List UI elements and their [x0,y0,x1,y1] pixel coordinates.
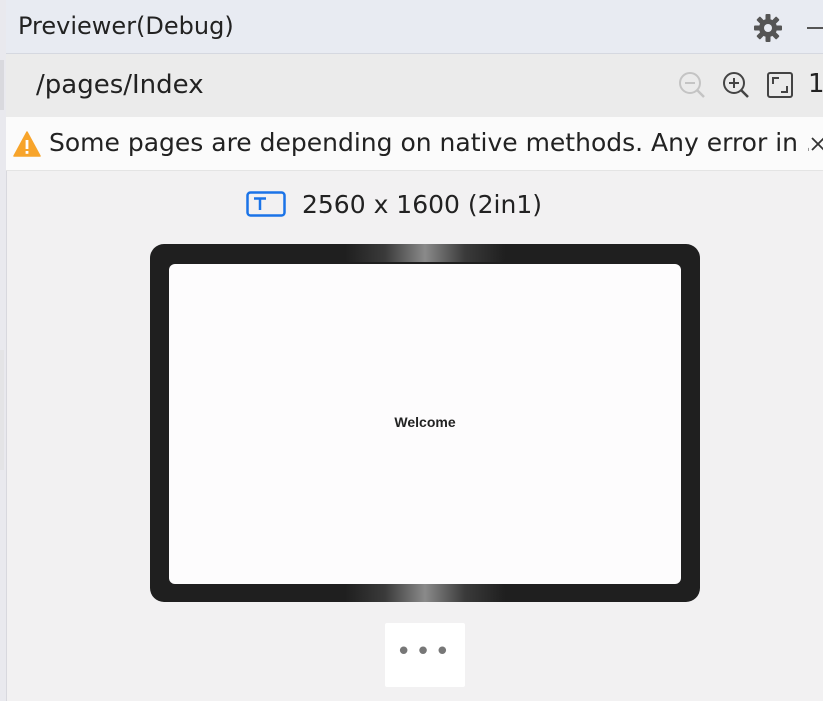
preview-toolbar: /pages/Index 1 [6,54,823,117]
warning-message: Some pages are depending on native metho… [49,128,809,157]
more-options-button[interactable]: ••• [385,623,465,687]
close-icon[interactable] [808,134,823,154]
minimize-icon[interactable] [807,27,823,29]
tablet-frame: Welcome [150,244,700,602]
gear-icon[interactable] [752,12,784,44]
preview-screen[interactable]: Welcome [169,264,681,584]
title-bar: Previewer(Debug) [6,0,823,54]
more-dots-icon: ••• [395,637,454,667]
frame-highlight-bottom [345,584,505,602]
zoom-ratio-text: 1 [808,69,823,99]
fit-screen-icon[interactable] [765,70,795,100]
welcome-text: Welcome [394,414,456,430]
page-path: /pages/Index [36,70,204,100]
device-selector[interactable]: 2560 x 1600 (2in1) [246,186,542,222]
zoom-in-icon[interactable] [721,70,751,100]
device-resolution-label: 2560 x 1600 (2in1) [302,189,542,219]
zoom-out-icon[interactable] [677,70,707,100]
previewer-window: Previewer(Debug) /pages/Index 1 Some pag… [0,0,823,701]
frame-highlight-top [345,244,505,262]
native-methods-warning: Some pages are depending on native metho… [6,117,823,171]
window-title: Previewer(Debug) [18,12,234,40]
tablet-icon [246,191,286,217]
warning-icon [13,131,41,157]
